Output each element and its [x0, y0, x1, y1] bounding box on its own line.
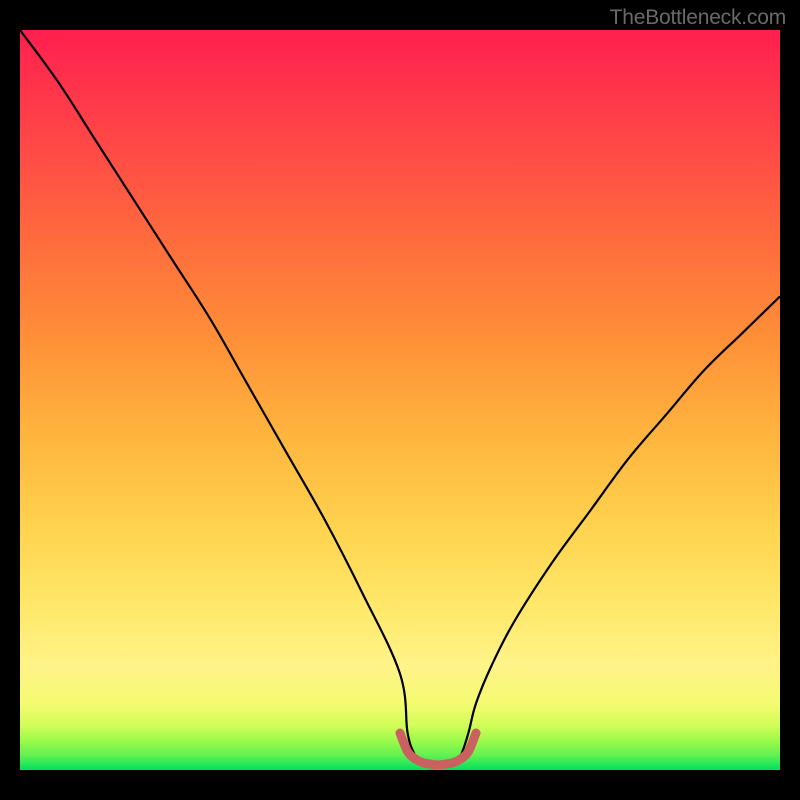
gradient-background	[20, 30, 780, 770]
chart-plot-area	[20, 30, 780, 770]
watermark-text: TheBottleneck.com	[610, 6, 786, 30]
bottleneck-chart	[20, 30, 780, 770]
